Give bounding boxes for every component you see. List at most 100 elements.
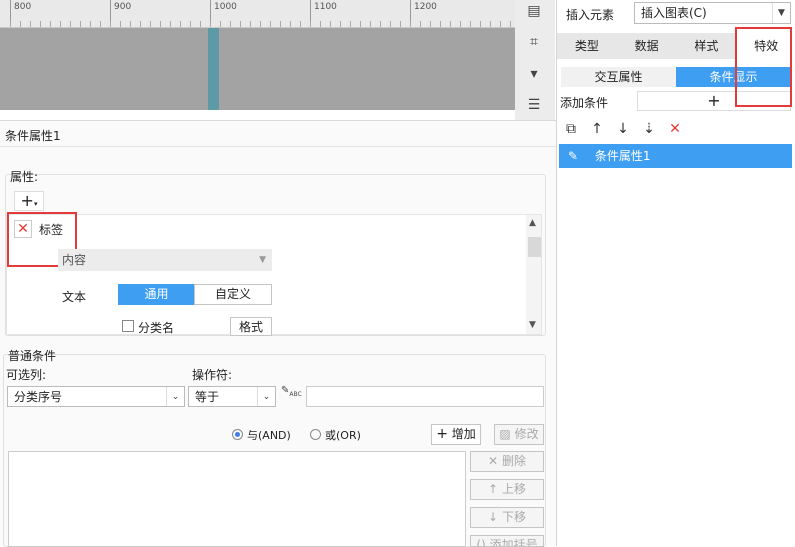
column-select-value: 分类序号 [14,390,63,404]
divider [0,146,556,147]
ruler-minor-tick [410,21,411,27]
format-button[interactable]: 格式 [230,317,272,336]
chevron-down-icon: ⌄ [166,387,184,406]
ruler-minor-tick [120,21,121,27]
list-item-label: 条件属性1 [594,149,651,163]
text-label: 文本 [62,290,87,304]
attribute-scrollbar[interactable] [526,215,541,334]
move-down-button[interactable]: ↓ 下移 [470,507,544,528]
ruler-minor-tick [450,21,451,27]
report-canvas[interactable] [0,28,515,110]
operator-select-value: 等于 [195,390,220,404]
delete-button[interactable]: ✕ 删除 [470,451,544,472]
ruler-minor-tick [510,21,511,27]
cell-attribute-icon[interactable]: ▤ [525,2,543,20]
delete-icon[interactable]: ✕ [666,121,684,139]
plus-icon: + [436,426,448,442]
and-label: 与(AND) [247,429,291,442]
ruler-minor-tick [420,21,421,27]
radio-and-icon [232,429,243,440]
segment-interaction[interactable]: 交互属性 [561,67,676,87]
ruler-minor-tick [200,21,201,27]
category-checkbox[interactable] [122,320,134,332]
attribute-editor [6,214,542,335]
layers-icon[interactable]: ☰ [525,96,543,114]
modify-button-label: 修改 [514,427,539,441]
column-select[interactable]: 分类序号 ⌄ [7,386,185,407]
copy-icon[interactable]: ⧉ [562,121,580,139]
widget-icon[interactable]: ▾ [525,65,543,83]
scrollbar-thumb[interactable] [528,237,541,257]
add-condition-label: 添加条件 [560,96,609,110]
ruler-minor-tick [440,21,441,27]
ruler-minor-tick [140,21,141,27]
add-bracket-button[interactable]: () 添加括号 [470,535,544,547]
condition-editor: 条件属性1 属性: +▾ ✕ 标签 内容 ▼ 文本 通用 自定义 分类名 格式 … [0,120,556,547]
formula-icon[interactable]: ✎ABC [281,385,302,398]
add-attribute-button[interactable]: +▾ [14,191,44,211]
condition-list[interactable] [8,451,466,547]
and-radio[interactable]: 与(AND) [232,427,291,443]
ruler-minor-tick [90,21,91,27]
chevron-down-icon: ⌄ [257,387,275,406]
or-radio[interactable]: 或(OR) [310,427,361,443]
ruler-minor-tick [240,21,241,27]
ruler-minor-tick [320,21,321,27]
value-input[interactable] [306,386,544,407]
ruler-minor-tick [360,21,361,27]
page-title: 条件属性1 [5,129,61,143]
modify-button[interactable]: ▨ 修改 [494,424,544,445]
content-select[interactable]: 内容 ▼ [58,249,272,271]
ruler-minor-tick [480,21,481,27]
caret-icon: ▾ [33,200,38,208]
ruler-minor-tick [390,21,391,27]
text-option-general[interactable]: 通用 [118,284,195,305]
radio-or-icon [310,429,321,440]
arrow-up-icon[interactable]: ↑ [588,121,606,139]
ruler-minor-tick [40,21,41,27]
list-item[interactable]: ✎ 条件属性1 [559,144,792,168]
tab-type[interactable]: 类型 [557,33,617,59]
ruler-minor-tick [250,21,251,27]
ruler-minor-tick [190,21,191,27]
ruler-minor-tick [220,21,221,27]
selected-column-marker[interactable] [208,28,219,110]
ruler-minor-tick [380,21,381,27]
category-checkbox-label: 分类名 [138,321,175,335]
chevron-up-icon[interactable]: ▲ [529,218,536,228]
condition-list-toolbar: ⧉ ↑ ↓ ⇣ ✕ [562,121,684,139]
delete-button-label: 删除 [501,454,526,468]
ruler-minor-tick [500,21,501,27]
column-label: 可选列: [6,368,47,382]
operator-select[interactable]: 等于 ⌄ [188,386,276,407]
add-button[interactable]: + 增加 [431,424,481,445]
ruler-minor-tick [330,21,331,27]
text-option-custom[interactable]: 自定义 [194,284,272,305]
move-up-button[interactable]: ↑ 上移 [470,479,544,500]
tab-style[interactable]: 样式 [677,33,737,59]
chevron-down-icon: ▼ [259,255,266,265]
ruler-minor-tick [290,21,291,27]
ruler-minor-tick [430,21,431,27]
ruler-minor-tick [350,21,351,27]
ruler-minor-tick [170,21,171,27]
edit-icon: ✎ [567,149,579,163]
tab-data[interactable]: 数据 [617,33,677,59]
close-icon: ✕ [488,454,499,468]
insert-element-select[interactable]: 插入图表(C) ▼ [634,2,791,24]
ruler-minor-tick [30,21,31,27]
move-down-label: 下移 [501,510,526,524]
or-label: 或(OR) [325,429,361,442]
ruler: 800 900 1000 1100 1200 [0,0,515,28]
attributes-label: 属性: [10,170,39,184]
ruler-minor-tick [110,21,111,27]
right-panel: 插入元素 插入图表(C) ▼ 类型 数据 样式 特效 交互属性 条件显示 添加条… [556,0,795,546]
sort-icon[interactable]: ⇣ [640,121,658,139]
chevron-down-icon[interactable]: ▼ [529,320,536,330]
ruler-minor-tick [460,21,461,27]
arrow-down-icon[interactable]: ↓ [614,121,632,139]
arrow-down-icon: ↓ [488,510,499,524]
move-up-label: 上移 [501,482,526,496]
crop-icon[interactable]: ⌗ [525,33,543,51]
ruler-minor-tick [230,21,231,27]
